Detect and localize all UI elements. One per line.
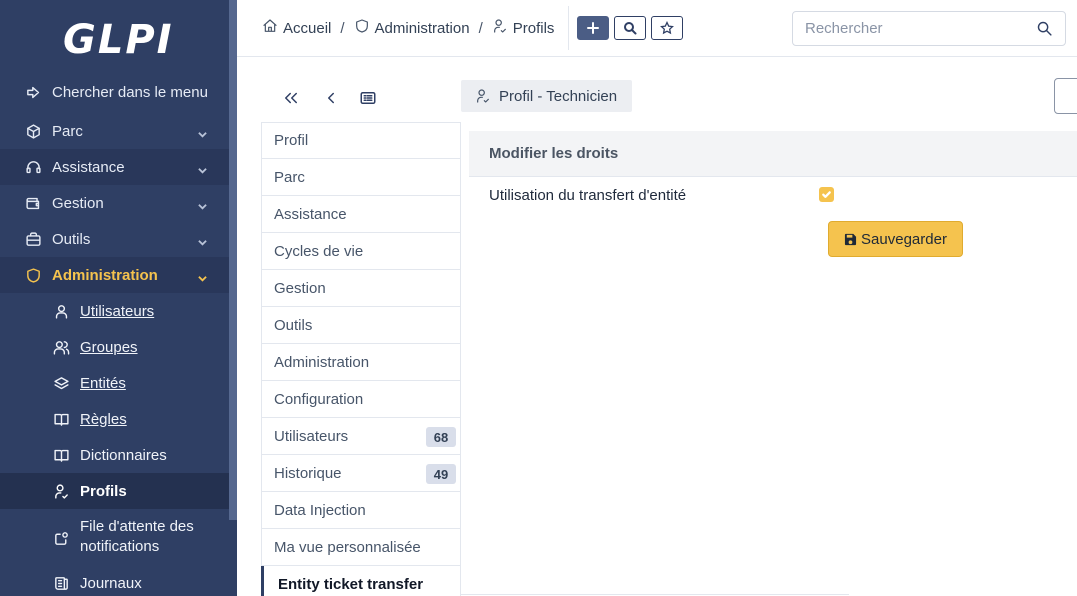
chevrons-left-icon [285,92,297,104]
chevron-down-icon [198,234,207,246]
tab-parc[interactable]: Parc [261,159,461,196]
notification-icon [52,529,70,547]
list-icon [360,92,376,104]
user-check-icon [475,88,491,104]
arrow-right-icon [24,83,42,101]
submenu-profils[interactable]: Profils [0,473,229,509]
search-input[interactable] [805,20,1025,37]
entity-transfer-checkbox[interactable] [819,187,834,202]
first-item-button[interactable] [281,88,301,108]
chevron-down-icon [198,162,207,174]
search-icon[interactable] [1036,20,1053,42]
shield-icon [24,266,42,284]
tab-outils[interactable]: Outils [261,307,461,344]
tab-utilisateurs[interactable]: Utilisateurs 68 [261,418,461,455]
user-check-icon [492,18,508,38]
top-header: Accueil / Administration / Profils [237,0,1077,57]
submenu-notifications-queue[interactable]: File d'attente des notifications [0,513,229,561]
chevron-left-icon [328,92,334,104]
sidebar-scrollbar[interactable] [229,0,237,520]
actions-button[interactable] [1054,78,1077,114]
tab-assistance[interactable]: Assistance [261,196,461,233]
menu-item-gestion[interactable]: Gestion [0,185,229,221]
chevron-down-icon [198,270,207,282]
user-icon [52,302,70,320]
plus-icon [587,22,599,34]
rights-panel: Modifier les droits Utilisation du trans… [469,131,1077,591]
tab-profil[interactable]: Profil [261,122,461,159]
tab-list: Profil Parc Assistance Cycles de vie Ges… [261,122,461,596]
chevron-down-icon [198,126,207,138]
tab-ma-vue-personnalisee[interactable]: Ma vue personnalisée [261,529,461,566]
search-icon [624,22,637,35]
breadcrumb: Accueil / Administration / Profils [262,18,554,38]
box-icon [24,122,42,140]
layers-icon [52,374,70,392]
users-icon [52,338,70,356]
glpi-logo[interactable]: GLPI [63,16,173,64]
header-divider [568,6,569,50]
divider [461,594,849,595]
chevron-down-icon [198,198,207,210]
count-badge: 68 [426,427,456,447]
tab-configuration[interactable]: Configuration [261,381,461,418]
item-title: Profil - Technicien [461,80,632,112]
menu-search-label: Chercher dans le menu [52,83,208,101]
bookmark-button[interactable] [651,16,683,40]
submenu-journaux[interactable]: Journaux [0,565,229,596]
submenu-regles[interactable]: Règles [0,401,229,437]
tab-cycles-de-vie[interactable]: Cycles de vie [261,233,461,270]
submenu-groupes[interactable]: Groupes [0,329,229,365]
breadcrumb-accueil[interactable]: Accueil [262,18,331,38]
tab-gestion[interactable]: Gestion [261,270,461,307]
save-icon [844,233,857,246]
global-search [792,11,1066,46]
menu-item-administration[interactable]: Administration [0,257,229,293]
tab-historique[interactable]: Historique 49 [261,455,461,492]
star-icon [660,21,674,35]
wallet-icon [24,194,42,212]
submenu-utilisateurs[interactable]: Utilisateurs [0,293,229,329]
home-icon [262,18,278,38]
previous-item-button[interactable] [321,88,341,108]
submenu-dictionnaires[interactable]: Dictionnaires [0,437,229,473]
menu-item-parc[interactable]: Parc [0,113,229,149]
right-label: Utilisation du transfert d'entité [489,187,687,204]
briefcase-icon [24,230,42,248]
menu-item-outils[interactable]: Outils [0,221,229,257]
add-button[interactable] [577,16,609,40]
menu-item-assistance[interactable]: Assistance [0,149,229,185]
headset-icon [24,158,42,176]
count-badge: 49 [426,464,456,484]
sidebar: GLPI Chercher dans le menu Parc Assistan… [0,0,237,596]
tab-data-injection[interactable]: Data Injection [261,492,461,529]
breadcrumb-profils[interactable]: Profils [492,18,554,38]
book-icon [52,410,70,428]
book-open-icon [52,446,70,464]
search-list-button[interactable] [614,16,646,40]
breadcrumb-administration[interactable]: Administration [354,18,470,38]
tab-entity-ticket-transfer[interactable]: Entity ticket transfer [261,566,461,596]
tab-administration[interactable]: Administration [261,344,461,381]
menu-search-link[interactable]: Chercher dans le menu [0,74,229,110]
check-icon [822,191,831,198]
news-icon [52,574,70,592]
user-check-icon [52,482,70,500]
submenu-entites[interactable]: Entités [0,365,229,401]
save-button[interactable]: Sauvegarder [828,221,963,257]
list-view-button[interactable] [358,88,378,108]
shield-icon [354,18,370,38]
panel-heading: Modifier les droits [469,131,1077,177]
